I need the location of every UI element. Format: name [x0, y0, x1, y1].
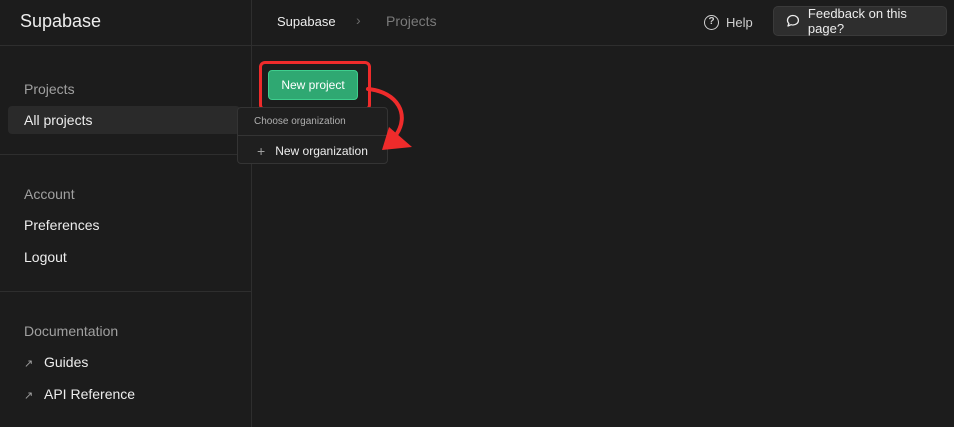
sidebar-item-api-reference[interactable]: ↗ API Reference — [8, 380, 240, 408]
choose-organization-dropdown: Choose organization + New organization — [237, 107, 388, 164]
help-button[interactable]: ? Help — [704, 12, 753, 32]
new-organization-menu-item[interactable]: + New organization — [239, 138, 386, 163]
feedback-label: Feedback on this page? — [807, 6, 907, 36]
section-title-projects: Projects — [24, 81, 75, 97]
section-title-account: Account — [24, 186, 75, 202]
sidebar-item-preferences[interactable]: Preferences — [8, 211, 240, 239]
top-bar: Supabase › Projects ? Help Feedback on t… — [252, 0, 954, 46]
feedback-button[interactable]: Feedback on this page? — [773, 6, 947, 36]
external-link-icon: ↗ — [24, 390, 34, 402]
section-title-documentation: Documentation — [24, 323, 119, 339]
dropdown-heading: Choose organization — [254, 116, 346, 127]
external-link-icon: ↗ — [24, 358, 34, 370]
sidebar-item-all-projects[interactable]: All projects — [8, 106, 240, 134]
breadcrumb-org[interactable]: Supabase — [277, 14, 336, 29]
menu-item-label: New organization — [275, 143, 368, 158]
breadcrumb-current: Projects — [386, 13, 437, 29]
sidebar-item-label: Guides — [44, 354, 89, 370]
dropdown-divider — [238, 135, 387, 136]
sidebar-divider — [0, 154, 252, 155]
sidebar-divider — [0, 291, 252, 292]
sidebar-item-guides[interactable]: ↗ Guides — [8, 348, 240, 376]
sidebar-item-label: API Reference — [44, 386, 136, 402]
help-label: Help — [726, 14, 753, 30]
app-brand[interactable]: Supabase — [20, 11, 101, 32]
sidebar-header-divider — [0, 45, 252, 46]
sidebar: Supabase Projects All projects Account P… — [0, 0, 252, 427]
sidebar-item-logout[interactable]: Logout — [8, 243, 240, 271]
plus-icon: + — [257, 142, 266, 159]
chevron-right-icon: › — [356, 12, 361, 28]
new-project-button[interactable]: New project — [268, 70, 358, 100]
message-bubble-icon — [786, 14, 800, 27]
help-circle-icon: ? — [704, 14, 719, 30]
